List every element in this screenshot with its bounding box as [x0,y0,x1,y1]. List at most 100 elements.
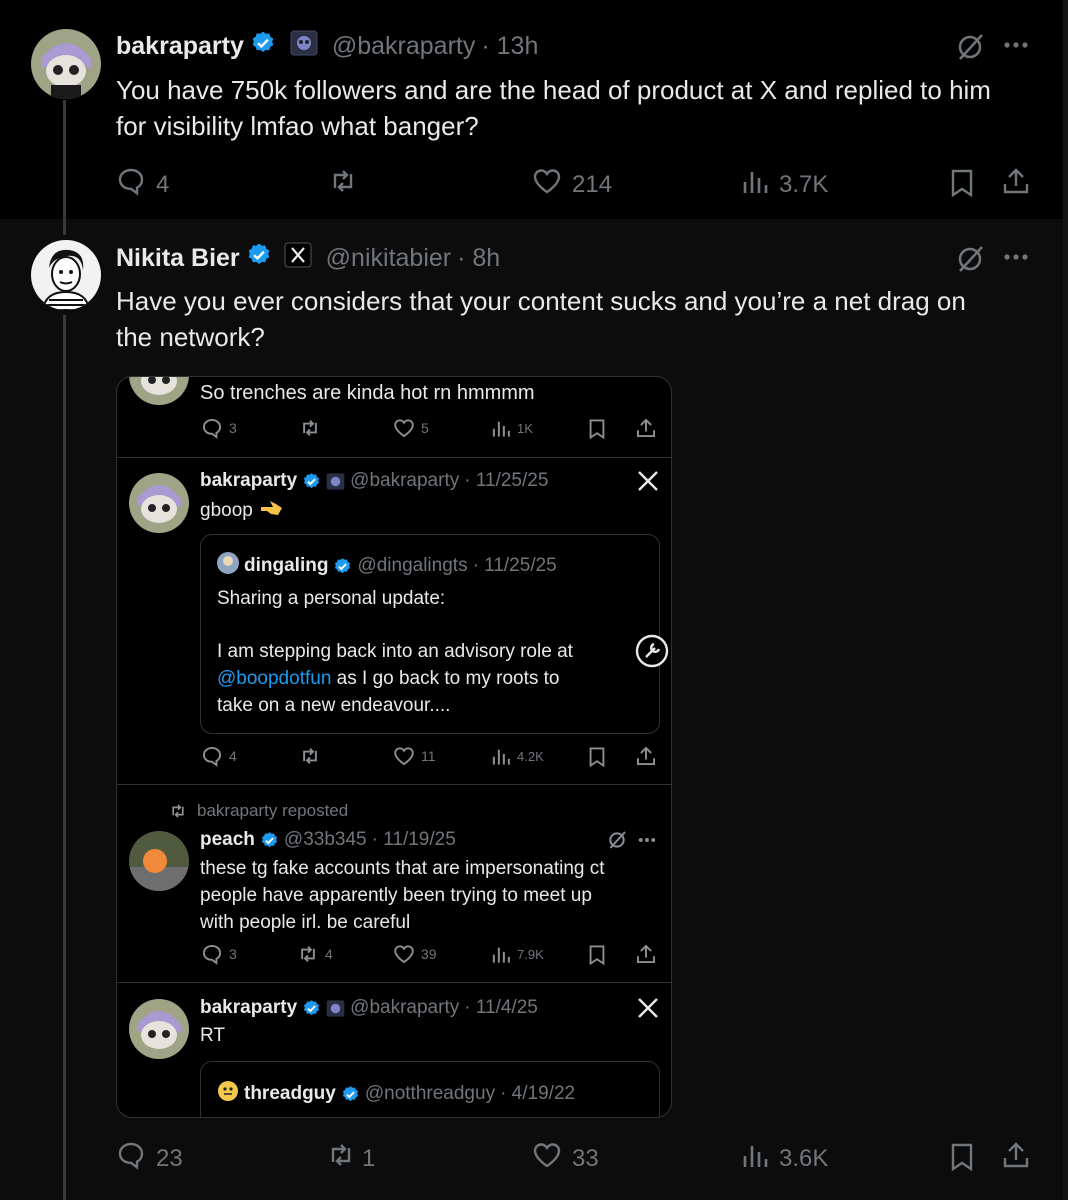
repost-button[interactable] [328,166,358,201]
avatar [217,1080,239,1108]
bookmark-icon[interactable] [948,1142,976,1172]
share-icon[interactable] [1001,166,1031,196]
author-name[interactable]: Nikita Bier [116,244,240,273]
repost-button[interactable]: 1 [326,1140,375,1177]
avatar [217,552,239,580]
reply-count: 23 [156,1144,183,1172]
reply-count: 4 [156,170,170,198]
bookmark-icon[interactable] [948,168,976,198]
views-stat: 1K [491,417,533,439]
views-button[interactable]: 3.6K [741,1140,828,1177]
affiliate-badge-icon [326,999,345,1017]
bookmark-icon [587,944,607,966]
post-text: So trenches are kinda hot rn hmmmm [200,382,535,404]
pointing-hand-emoji-icon [259,498,285,524]
text-line: these tg fake accounts that are imperson… [200,858,605,879]
post-text: RT [200,1025,225,1046]
author-name: threadguy [244,1083,336,1104]
timestamp[interactable]: · 13h [481,32,538,61]
like-count: 214 [572,170,613,198]
avatar[interactable] [31,240,101,310]
verified-badge-icon [342,1085,358,1101]
author-name[interactable]: bakraparty [116,32,244,61]
text-line: Sharing a personal update: [217,588,446,609]
tweet-text-line: Have you ever considers that your conten… [116,286,966,316]
quoted-post: dingaling @dingalingts · 11/25/25 Sharin… [200,534,660,734]
grok-icon[interactable] [955,244,985,274]
divider [117,457,671,458]
avatar[interactable] [31,29,101,99]
view-count: 7.9K [517,946,544,962]
divider [117,784,671,785]
verified-badge-icon [246,242,272,275]
avatar [129,473,189,533]
author-name: bakraparty [200,470,298,491]
like-button[interactable]: 33 [532,1140,599,1177]
view-count: 1K [517,420,533,436]
repost-icon [326,1140,356,1177]
grok-icon [607,830,627,850]
author-handle: @bakraparty [350,997,460,1018]
view-count: 4.2K [517,748,544,764]
like-count: 39 [421,946,437,962]
text-run: as I go back to my roots to [331,668,560,689]
like-count: 33 [572,1144,599,1172]
tweet-text-line: for visibility lmfao what banger? [116,111,479,141]
like-count: 5 [421,420,429,436]
x-logo-icon [637,470,659,492]
share-icon [635,745,657,767]
views-button[interactable]: 3.7K [741,166,828,203]
affiliate-badge-icon [326,472,345,490]
repost-icon [299,745,321,767]
timestamp: · 11/25/25 [464,470,549,491]
author-name: bakraparty [200,997,298,1018]
repost-label: bakraparty reposted [169,801,348,821]
reply-button[interactable]: 23 [116,1140,183,1177]
verified-badge-icon [335,557,351,573]
reply-stat: 3 [201,943,237,965]
repost-icon [299,417,321,439]
post-text: these tg fake accounts that are imperson… [200,855,605,936]
bookmark-icon [587,418,607,440]
author-handle: @33b345 [283,829,367,850]
like-button[interactable]: 214 [532,166,612,203]
more-options-icon[interactable] [1003,252,1029,262]
author-handle[interactable]: @bakraparty [332,32,476,61]
divider [117,982,671,983]
timestamp: · 11/19/25 [371,829,456,850]
grok-icon[interactable] [955,32,985,62]
timestamp: · 4/19/22 [500,1083,576,1104]
reply-button[interactable]: 4 [116,166,169,203]
thread-line [63,315,66,1200]
author-handle: @bakraparty [350,470,460,491]
tweet-text: You have 750k followers and are the head… [116,72,991,144]
reply-count: 3 [229,946,237,962]
author-name: dingaling [244,555,329,576]
post-text: gboop [200,500,253,521]
reply-count: 4 [229,748,237,764]
verified-badge-icon [304,472,320,488]
reply-icon [116,1140,146,1177]
analytics-icon [741,1140,769,1177]
like-stat: 39 [393,943,437,965]
verified-badge-icon [304,999,320,1015]
like-stat: 5 [393,417,429,439]
mention-link: @boopdotfun [217,668,332,689]
thread-line [63,100,66,235]
verified-badge-icon [261,831,277,847]
timestamp: · 11/4/25 [464,997,538,1018]
timestamp[interactable]: · 8h [457,244,500,273]
x-logo-icon [637,997,659,1019]
share-icon [635,943,657,965]
edit-tool-icon [635,634,669,668]
share-icon[interactable] [1001,1140,1031,1170]
more-options-icon[interactable] [1003,40,1029,50]
tweet-text: Have you ever considers that your conten… [116,283,966,355]
repost-icon [172,804,184,818]
attached-image[interactable]: So trenches are kinda hot rn hmmmm 3 5 1… [116,376,672,1118]
text-line: I am stepping back into an advisory role… [217,641,573,662]
reply-count: 3 [229,420,237,436]
like-count: 11 [421,748,436,764]
author-handle[interactable]: @nikitabier [326,244,451,273]
quoted-text: Sharing a personal update: I am stepping… [217,585,573,719]
